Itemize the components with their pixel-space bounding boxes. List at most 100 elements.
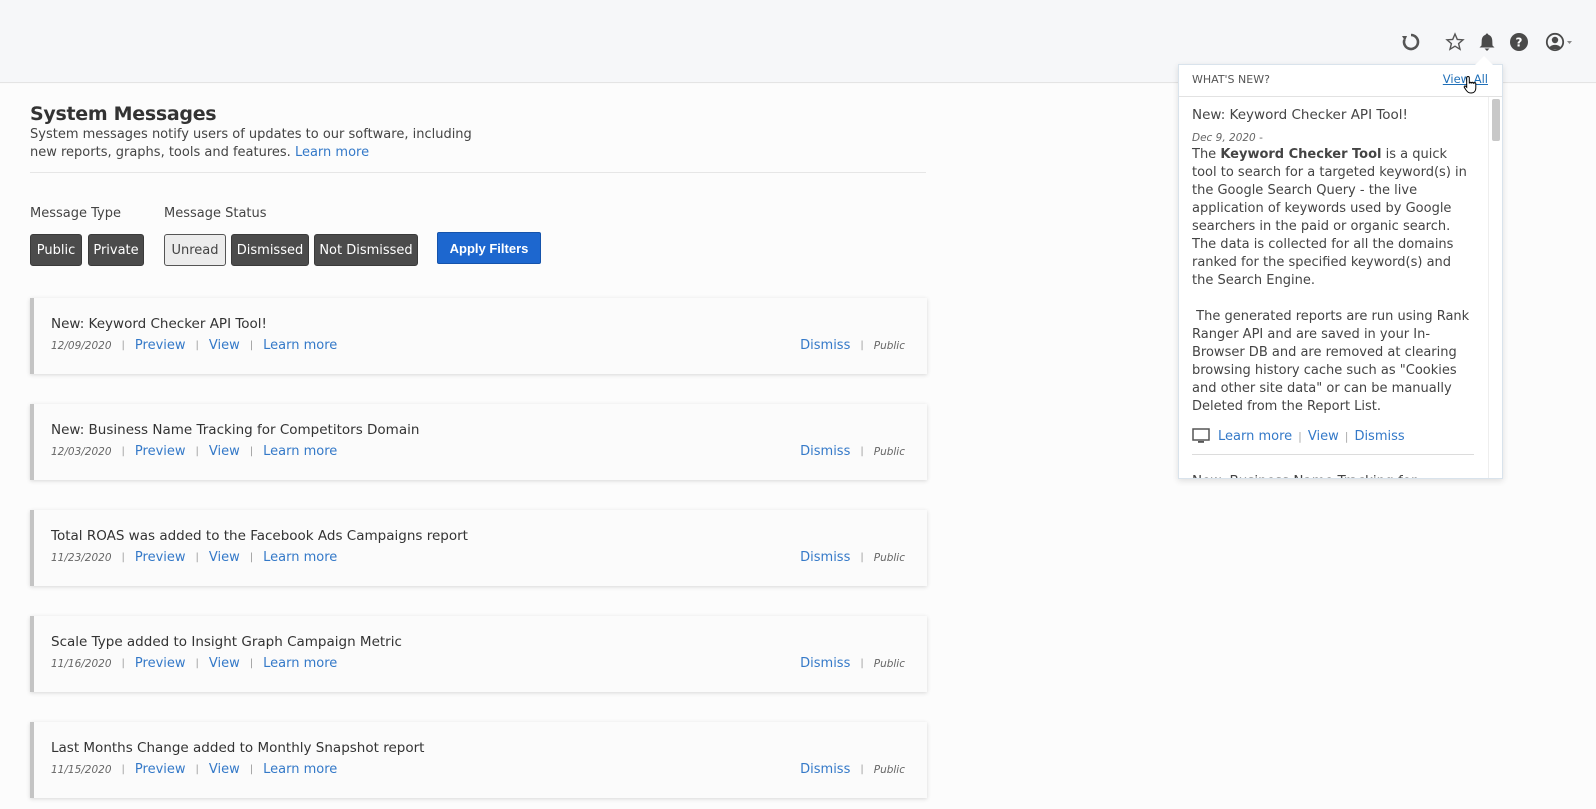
message-meta: 11/15/2020 | Preview | View | Learn more xyxy=(51,762,337,777)
view-link[interactable]: View xyxy=(209,338,240,353)
user-icon xyxy=(1545,32,1572,52)
popup-body: New: Keyword Checker API Tool! Dec 9, 20… xyxy=(1192,97,1474,478)
scrollbar-thumb[interactable] xyxy=(1492,99,1500,141)
learn-more-link[interactable]: Learn more xyxy=(295,145,369,160)
refresh-icon[interactable] xyxy=(1400,31,1422,53)
preview-link[interactable]: Preview xyxy=(135,444,186,459)
message-title: New: Keyword Checker API Tool! xyxy=(51,316,267,332)
text-bold: Keyword Checker Tool xyxy=(1220,147,1382,162)
separator: | xyxy=(121,764,125,775)
separator: | xyxy=(249,552,254,563)
message-meta: 12/03/2020 | Preview | View | Learn more xyxy=(51,444,337,459)
message-meta: 11/23/2020 | Preview | View | Learn more xyxy=(51,550,337,565)
learn-more-link[interactable]: Learn more xyxy=(263,656,337,671)
dismiss-link[interactable]: Dismiss xyxy=(800,656,850,671)
popup-title: WHAT'S NEW? xyxy=(1192,73,1270,86)
message-card: Last Months Change added to Monthly Snap… xyxy=(30,722,927,798)
filter-unread-button[interactable]: Unread xyxy=(164,234,226,266)
text-pre: The xyxy=(1192,147,1221,162)
text-post: is a quick tool to search for a targeted… xyxy=(1192,147,1467,288)
preview-link[interactable]: Preview xyxy=(135,762,186,777)
page-description: System messages notify users of updates … xyxy=(30,126,500,162)
separator: | xyxy=(195,340,199,351)
message-actions: Dismiss | Public xyxy=(800,338,905,353)
message-status-label: Message Status xyxy=(164,206,267,221)
item-divider xyxy=(1192,454,1474,455)
separator: | xyxy=(860,658,864,669)
separator: | xyxy=(121,340,125,351)
apply-filters-button[interactable]: Apply Filters xyxy=(437,232,541,264)
whats-new-item-title: New: Keyword Checker API Tool! xyxy=(1192,107,1408,123)
message-title: New: Business Name Tracking for Competit… xyxy=(51,422,420,438)
message-card: Total ROAS was added to the Facebook Ads… xyxy=(30,510,927,586)
message-actions: Dismiss | Public xyxy=(800,550,905,565)
message-date: 11/23/2020 xyxy=(51,551,112,564)
learn-more-link[interactable]: Learn more xyxy=(263,550,337,565)
svg-text:?: ? xyxy=(1516,36,1523,50)
message-card: Scale Type added to Insight Graph Campai… xyxy=(30,616,927,692)
dismiss-link[interactable]: Dismiss xyxy=(800,444,850,459)
separator: | xyxy=(1298,429,1302,443)
message-date: 12/09/2020 xyxy=(51,339,112,352)
message-type: Public xyxy=(873,551,905,564)
dismiss-link[interactable]: Dismiss xyxy=(800,338,850,353)
star-icon[interactable] xyxy=(1444,31,1466,53)
help-icon[interactable]: ? xyxy=(1508,31,1530,53)
filter-not-dismissed-button[interactable]: Not Dismissed xyxy=(314,234,418,266)
view-link[interactable]: View xyxy=(209,444,240,459)
separator: | xyxy=(860,552,864,563)
divider xyxy=(30,172,926,173)
learn-more-link[interactable]: Learn more xyxy=(263,762,337,777)
message-type: Public xyxy=(873,445,905,458)
hand-cursor-icon xyxy=(1463,75,1479,99)
user-menu[interactable] xyxy=(1544,31,1576,53)
separator: | xyxy=(1344,429,1349,443)
message-date: 11/15/2020 xyxy=(51,763,112,776)
view-link[interactable]: View xyxy=(209,762,240,777)
filter-dismissed-button[interactable]: Dismissed xyxy=(231,234,309,266)
popup-scrollbar[interactable] xyxy=(1488,97,1502,478)
bell-icon[interactable] xyxy=(1476,31,1498,53)
message-type: Public xyxy=(873,657,905,670)
separator: | xyxy=(121,552,125,563)
date-text: Dec 9, 2020 xyxy=(1192,132,1256,144)
whats-new-dismiss-link[interactable]: Dismiss xyxy=(1354,429,1404,444)
message-actions: Dismiss | Public xyxy=(800,444,905,459)
whats-new-item-date: Dec 9, 2020 - xyxy=(1192,132,1474,144)
separator: | xyxy=(249,340,254,351)
popup-header: WHAT'S NEW? View All xyxy=(1179,65,1502,97)
message-meta: 12/09/2020 | Preview | View | Learn more xyxy=(51,338,337,353)
filter-private-button[interactable]: Private xyxy=(88,234,144,266)
separator: | xyxy=(195,552,199,563)
message-type: Public xyxy=(873,763,905,776)
view-link[interactable]: View xyxy=(209,656,240,671)
preview-link[interactable]: Preview xyxy=(135,550,186,565)
separator: | xyxy=(249,446,254,457)
separator: | xyxy=(195,658,199,669)
learn-more-link[interactable]: Learn more xyxy=(263,444,337,459)
separator: | xyxy=(195,446,199,457)
message-actions: Dismiss | Public xyxy=(800,656,905,671)
message-date: 11/16/2020 xyxy=(51,657,112,670)
dismiss-link[interactable]: Dismiss xyxy=(800,550,850,565)
message-type: Public xyxy=(873,339,905,352)
monitor-icon xyxy=(1192,428,1210,444)
message-meta: 11/16/2020 | Preview | View | Learn more xyxy=(51,656,337,671)
page-title: System Messages xyxy=(30,103,217,125)
message-title: Last Months Change added to Monthly Snap… xyxy=(51,740,425,756)
preview-link[interactable]: Preview xyxy=(135,338,186,353)
message-actions: Dismiss | Public xyxy=(800,762,905,777)
separator: | xyxy=(860,446,864,457)
filter-public-button[interactable]: Public xyxy=(30,234,82,266)
whats-new-view-link[interactable]: View xyxy=(1308,429,1339,444)
popup-arrow xyxy=(1475,56,1493,65)
message-card: New: Business Name Tracking for Competit… xyxy=(30,404,927,480)
whats-new-learn-more-link[interactable]: Learn more xyxy=(1218,429,1292,444)
separator: | xyxy=(249,764,254,775)
preview-link[interactable]: Preview xyxy=(135,656,186,671)
view-link[interactable]: View xyxy=(209,550,240,565)
whats-new-item-text: The Keyword Checker Tool is a quick tool… xyxy=(1192,146,1474,290)
learn-more-link[interactable]: Learn more xyxy=(263,338,337,353)
message-title: Scale Type added to Insight Graph Campai… xyxy=(51,634,402,650)
dismiss-link[interactable]: Dismiss xyxy=(800,762,850,777)
